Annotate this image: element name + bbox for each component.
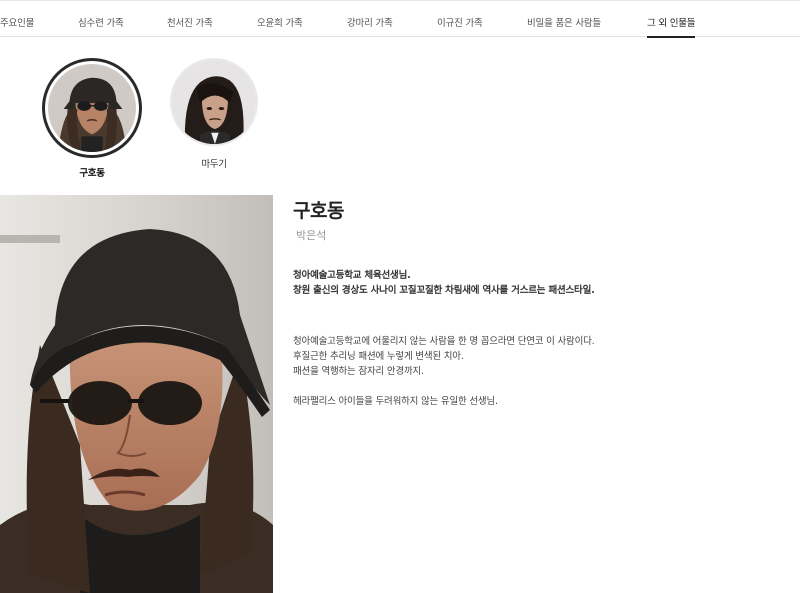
tab-sim-family[interactable]: 심수련 가족 xyxy=(78,15,124,29)
character-item-madugi[interactable]: 마두기 xyxy=(164,58,264,170)
avatar xyxy=(42,58,142,158)
madugi-thumbnail xyxy=(172,60,256,144)
tab-kang-family[interactable]: 강마리 가족 xyxy=(347,15,393,29)
category-tab-bar: 주요인물 심수련 가족 천서진 가족 오윤희 가족 강마리 가족 이규진 가족 … xyxy=(0,0,800,38)
tab-cheon-family[interactable]: 천서진 가족 xyxy=(167,15,213,29)
summary-line: 청아예술고등학교 체육선생님. xyxy=(293,270,411,281)
actor-name: 박은석 xyxy=(296,229,327,242)
tab-lee-family[interactable]: 이규진 가족 xyxy=(437,15,483,29)
tab-other-characters[interactable]: 그 외 인물들 xyxy=(647,15,696,38)
character-summary: 청아예술고등학교 체육선생님. 창원 출신의 경상도 사나이 꼬질꼬질한 차림새… xyxy=(293,268,773,298)
character-description: 청아예술고등학교에 어울리지 않는 사람을 한 명 꼽으라면 단연코 이 사람이… xyxy=(293,334,773,409)
character-name: 마두기 xyxy=(201,159,227,170)
character-name: 구호동 xyxy=(79,168,105,179)
description-line: 패션을 역행하는 잠자리 안경까지. xyxy=(293,366,424,377)
character-details: 구호동 박은석 청아예술고등학교 체육선생님. 창원 출신의 경상도 사나이 꼬… xyxy=(293,196,773,409)
character-portrait xyxy=(0,195,273,593)
guhodong-thumbnail xyxy=(48,64,136,152)
guhodong-portrait-image xyxy=(0,195,273,593)
tab-oh-family[interactable]: 오윤희 가족 xyxy=(257,15,303,29)
summary-line: 창원 출신의 경상도 사나이 꼬질꼬질한 차림새에 역사를 거스르는 패션스타일… xyxy=(293,285,595,296)
description-line: 청아예술고등학교에 어울리지 않는 사람을 한 명 꼽으라면 단연코 이 사람이… xyxy=(293,336,595,347)
description-line: 헤라팰리스 아이들을 두려워하지 않는 유일한 선생님. xyxy=(293,396,498,407)
tab-main-characters[interactable]: 주요인물 xyxy=(0,15,34,29)
character-detail-name: 구호동 xyxy=(293,200,344,222)
character-item-guhodong[interactable]: 구호동 xyxy=(42,58,142,179)
tab-secret-people[interactable]: 비밀을 품은 사람들 xyxy=(527,15,601,29)
description-line: 후질근한 추리닝 패션에 누렇게 변색된 치아. xyxy=(293,351,464,362)
avatar xyxy=(170,58,258,146)
